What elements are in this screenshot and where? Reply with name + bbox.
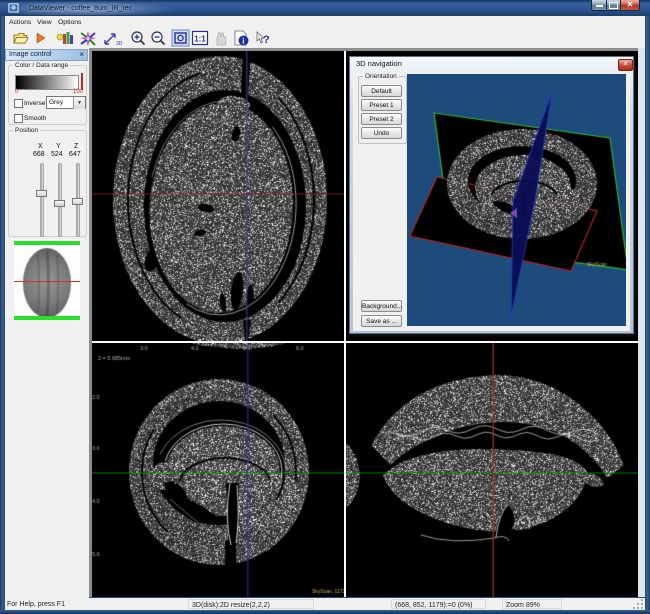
svg-text:?: ? xyxy=(263,34,270,46)
svg-text:3D: 3D xyxy=(116,41,123,47)
svg-text:1:1: 1:1 xyxy=(194,35,206,44)
